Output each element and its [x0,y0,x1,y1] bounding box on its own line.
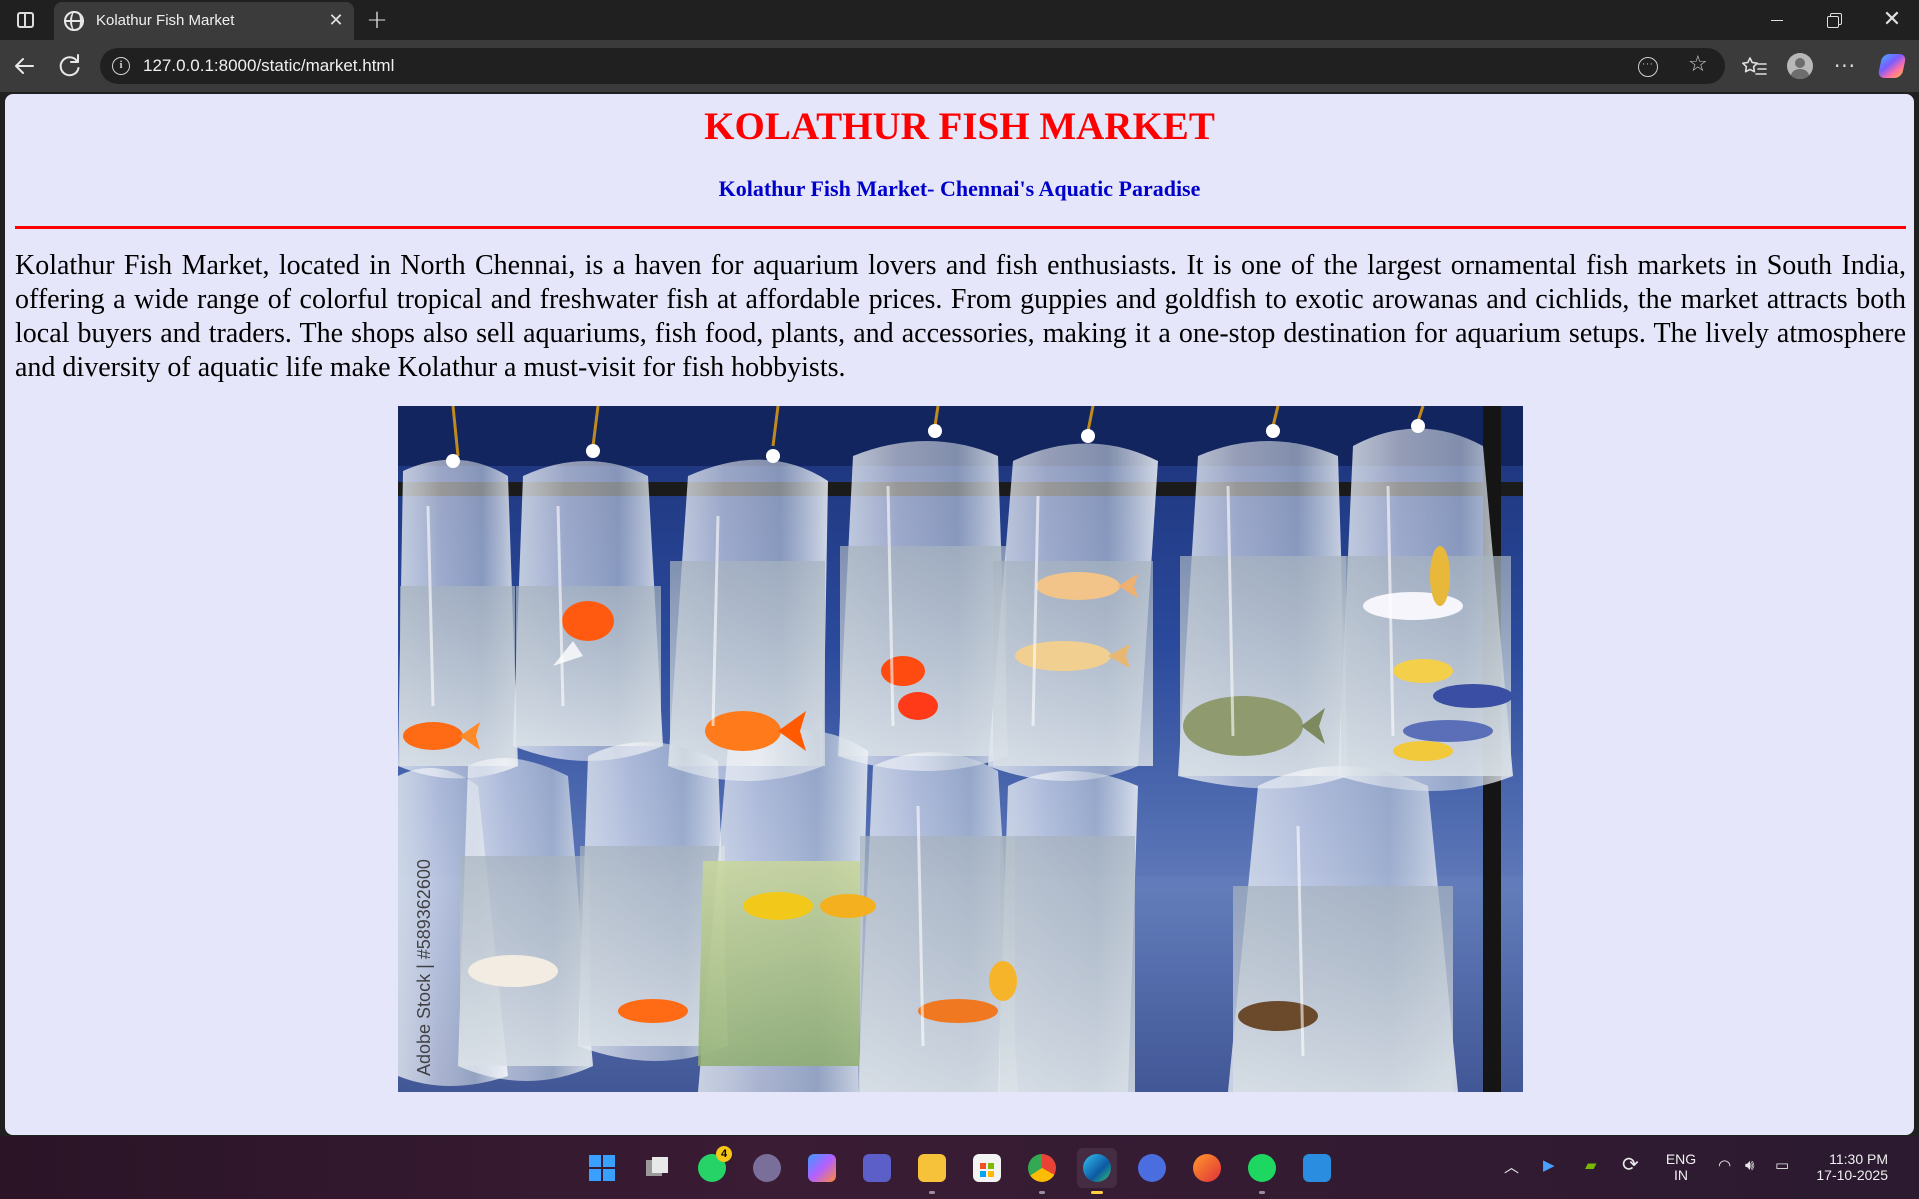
close-tab-icon[interactable]: ✕ [324,9,348,33]
battery-icon[interactable]: ▭ [1775,1156,1789,1174]
more-options-icon[interactable]: ··· [1829,50,1861,82]
url-text[interactable]: 127.0.0.1:8000/static/market.html [143,56,394,76]
volume-icon[interactable]: 🔊︎ [1745,1156,1754,1174]
reader-mode-icon[interactable]: ··· [1638,57,1658,77]
microsoft-store-icon[interactable] [967,1148,1007,1188]
browser-tab-bar: Kolathur Fish Market ✕ + ✕ [0,0,1919,40]
tab-kolathur-fish-market[interactable]: Kolathur Fish Market ✕ [54,2,354,40]
restore-button[interactable] [1805,0,1863,40]
image-watermark: Adobe Stock | #589362600 [414,859,434,1076]
horizontal-rule [15,226,1906,229]
fish-bags-photo: Adobe Stock | #589362600 [398,406,1523,1092]
cursor-app-icon[interactable]: ▶ [1543,1156,1555,1174]
profile-avatar-icon[interactable] [1784,50,1816,82]
tab-actions-icon[interactable] [10,7,40,33]
page-title: KOLATHUR FISH MARKET [704,105,1215,148]
whatsapp-badge: 4 [716,1146,732,1162]
language-indicator[interactable]: ENG IN [1660,1151,1702,1183]
edge-icon[interactable] [1077,1148,1117,1194]
windows-taskbar: 4 ︿ ▶ ▰ ⟳ ENG IN ◠ 🔊︎ ▭ 11:30 PM 17-10-2… [0,1136,1919,1199]
teams-icon[interactable] [857,1148,897,1188]
vscode-icon[interactable] [1297,1148,1337,1188]
address-bar[interactable]: i 127.0.0.1:8000/static/market.html ··· … [100,48,1725,84]
favorite-star-icon[interactable]: ☆ [1688,52,1708,77]
intro-paragraph: Kolathur Fish Market, located in North C… [15,250,1906,383]
wifi-icon[interactable]: ◠ [1718,1156,1731,1174]
page-subtitle: Kolathur Fish Market- Chennai's Aquatic … [718,176,1201,201]
page-viewport: KOLATHUR FISH MARKET Kolathur Fish Marke… [5,94,1914,1135]
reload-icon[interactable] [54,50,86,82]
whatsapp-icon[interactable]: 4 [692,1146,732,1188]
nvidia-icon[interactable]: ▰ [1585,1156,1597,1174]
spotify-icon[interactable] [1242,1148,1282,1194]
sync-icon[interactable]: ⟳ [1622,1152,1639,1176]
show-hidden-icons-icon[interactable]: ︿ [1504,1156,1519,1177]
minimize-button[interactable] [1747,0,1805,40]
arc-app-icon[interactable] [747,1148,787,1188]
app-launcher-icon[interactable] [1132,1148,1172,1188]
site-info-icon[interactable]: i [112,57,130,75]
start-icon[interactable] [582,1148,622,1188]
copilot-icon[interactable] [1876,50,1908,82]
new-tab-button[interactable]: + [362,6,392,34]
copilot-app-icon[interactable] [802,1148,842,1188]
chrome-icon[interactable] [1022,1148,1062,1194]
favorites-icon[interactable] [1738,50,1770,82]
file-explorer-icon[interactable] [912,1148,952,1194]
browser-toolbar: i 127.0.0.1:8000/static/market.html ··· … [0,40,1919,92]
close-window-button[interactable]: ✕ [1863,0,1919,40]
back-arrow-icon[interactable] [8,50,40,82]
firefox-icon[interactable] [1187,1148,1227,1188]
tab-title: Kolathur Fish Market [96,12,235,29]
clock[interactable]: 11:30 PM 17-10-2025 [1808,1151,1888,1183]
globe-icon [64,11,84,31]
task-view-icon[interactable] [637,1148,677,1188]
